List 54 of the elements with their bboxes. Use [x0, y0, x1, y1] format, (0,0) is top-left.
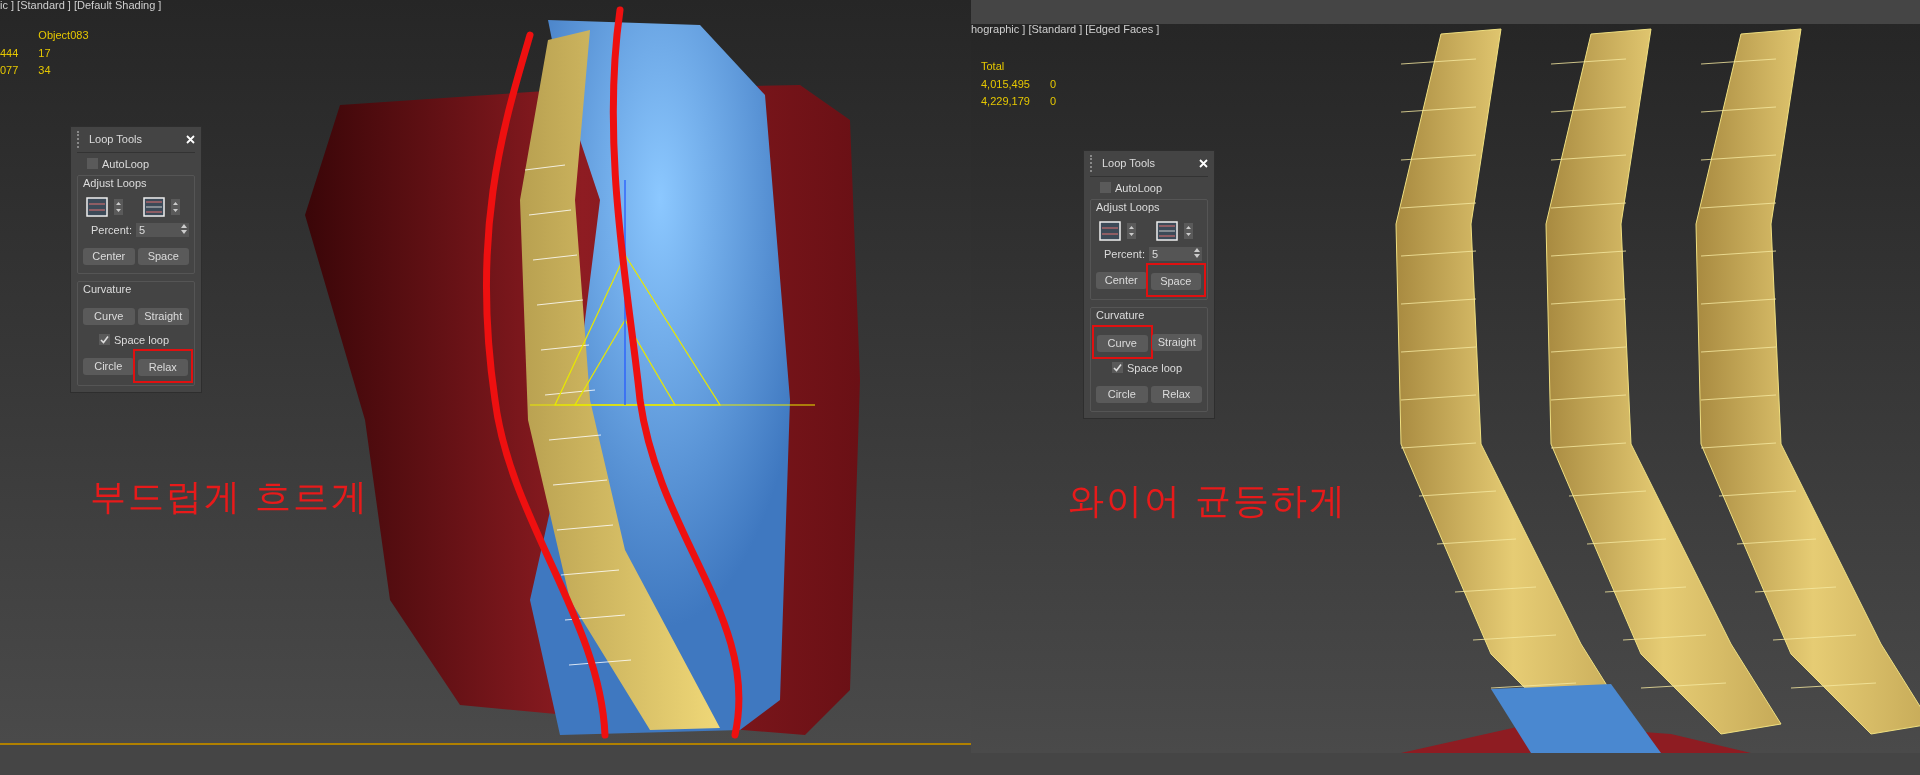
checkbox-label: Space loop [114, 332, 170, 348]
spinner-icon[interactable] [1184, 222, 1193, 239]
panel-button[interactable]: Curve [83, 307, 135, 325]
stat-text: 4,015,495 [981, 76, 1030, 92]
spinner-icon[interactable] [171, 198, 180, 215]
stat-text: 0 [1049, 94, 1057, 109]
loop-lines-icon[interactable] [1099, 220, 1121, 241]
percent-label: Percent: [1104, 246, 1145, 262]
panel-button[interactable]: Circle [83, 358, 134, 375]
panel-button[interactable]: Circle [1096, 386, 1148, 403]
stat-text: Total [981, 59, 1006, 74]
group-label: Adjust Loops [83, 176, 148, 191]
group-label: Curvature [83, 282, 133, 297]
stat-text: 17 [38, 45, 52, 61]
annotation-text: 부드럽게 흐르게 [90, 475, 370, 519]
viewport-label: hographic ] [Standard ] [Edged Faces ] [971, 24, 1160, 35]
percent-field[interactable]: 5 [1148, 246, 1202, 261]
stat-text: Object083 [38, 28, 89, 43]
stat-text: 444 [0, 45, 19, 61]
panel-button[interactable]: Center [1096, 272, 1147, 289]
checkbox-label: Space loop [1127, 360, 1183, 376]
stat-text: 34 [38, 63, 52, 78]
close-icon[interactable] [186, 134, 195, 144]
stat-text: 077 [0, 63, 19, 78]
group-label: Curvature [1096, 308, 1146, 323]
checkbox[interactable] [99, 334, 110, 346]
panel-button[interactable]: Center [83, 248, 135, 265]
panel-button[interactable]: Relax [137, 359, 188, 376]
annotation-text: 와이어 균등하게 [1068, 479, 1348, 523]
loop-lines-icon[interactable] [86, 196, 108, 217]
spinner-icon[interactable] [181, 222, 187, 235]
spinner-icon[interactable] [114, 198, 123, 215]
panel-button[interactable]: Straight [1151, 333, 1202, 351]
panel-button[interactable]: Straight [137, 307, 189, 325]
checkbox-label: AutoLoop [102, 156, 150, 172]
spinner-icon[interactable] [1194, 246, 1200, 259]
stat-text: 0 [1049, 76, 1057, 92]
panel-button[interactable]: Relax [1150, 386, 1202, 403]
spinner-icon[interactable] [1127, 222, 1136, 239]
panel-title: Loop Tools [77, 131, 142, 148]
close-icon[interactable] [1199, 158, 1208, 168]
panel-button[interactable]: Space [1150, 273, 1201, 290]
stat-text: 4,229,179 [981, 94, 1030, 109]
viewport-label: ic ] [Standard ] [Default Shading ] [0, 0, 162, 11]
checkbox[interactable] [1112, 362, 1123, 374]
percent-field[interactable]: 5 [135, 222, 189, 237]
percent-label: Percent: [91, 222, 132, 238]
panel-button[interactable]: Space [137, 248, 189, 265]
loop-lines-icon[interactable] [143, 196, 165, 217]
loop-lines-icon[interactable] [1156, 220, 1178, 241]
panel-button[interactable]: Curve [1097, 334, 1148, 352]
checkbox-label: AutoLoop [1115, 180, 1163, 196]
group-label: Adjust Loops [1096, 200, 1161, 215]
panel-title: Loop Tools [1090, 155, 1155, 172]
